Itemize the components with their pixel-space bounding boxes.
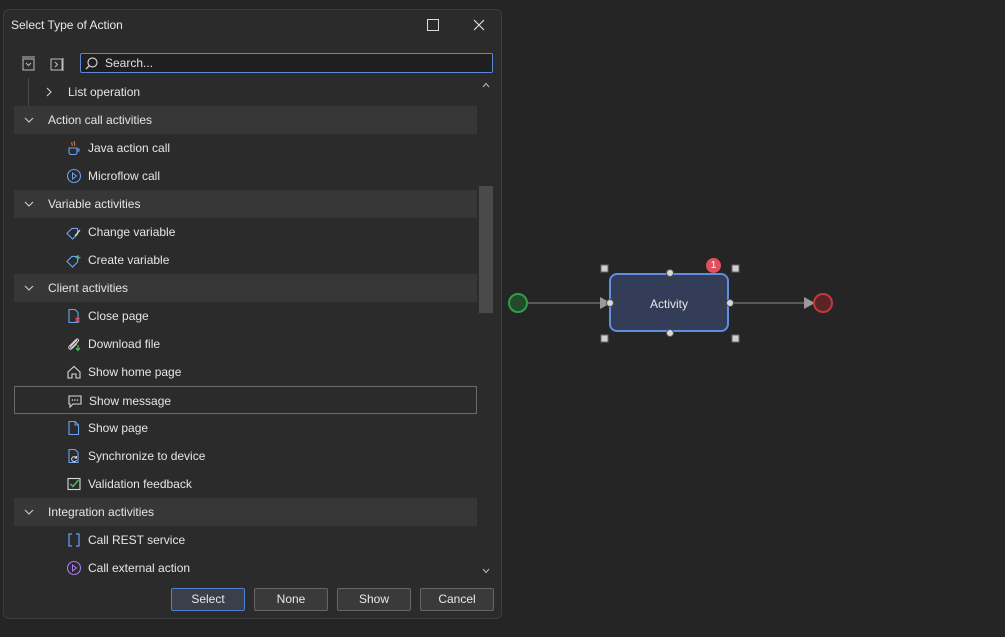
- start-event[interactable]: [508, 293, 528, 313]
- activity-node[interactable]: Activity: [609, 273, 729, 332]
- activity-label: Activity: [649, 297, 688, 311]
- end-event[interactable]: [813, 293, 833, 313]
- flow-diagram: [508, 293, 833, 313]
- error-count-badge[interactable]: 1: [706, 258, 721, 273]
